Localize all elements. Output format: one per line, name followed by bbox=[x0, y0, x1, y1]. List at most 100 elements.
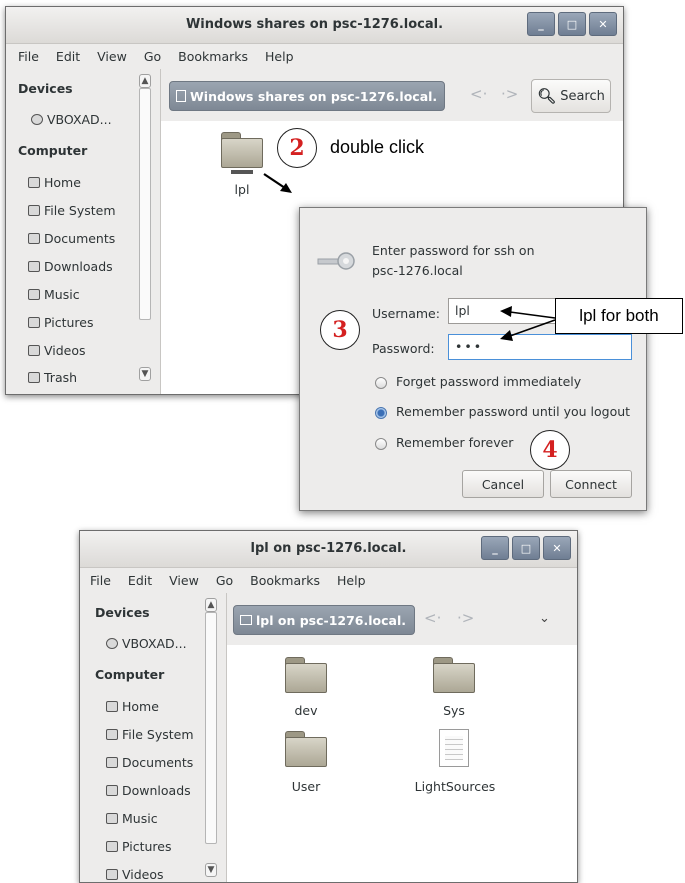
sidebar-scroll-up-button[interactable]: ▲ bbox=[205, 598, 217, 612]
file-label-lightsources[interactable]: LightSources bbox=[399, 779, 511, 794]
menu-view[interactable]: View bbox=[160, 573, 207, 588]
sidebar-item-music[interactable]: Music bbox=[28, 287, 80, 302]
sidebar-item-pictures[interactable]: Pictures bbox=[106, 839, 172, 854]
sidebar-item-videos[interactable]: Videos bbox=[28, 343, 86, 358]
search-button[interactable]: 🔍︎ Search bbox=[531, 79, 611, 113]
menu-edit[interactable]: Edit bbox=[119, 573, 160, 588]
close-button[interactable]: ✕ bbox=[543, 536, 571, 560]
close-button[interactable]: ✕ bbox=[589, 12, 617, 36]
sidebar-item-file-system[interactable]: File System bbox=[28, 203, 116, 218]
sidebar-item-file-system[interactable]: File System bbox=[106, 727, 194, 742]
disc-icon bbox=[31, 114, 43, 125]
sidebar-item-pictures[interactable]: Pictures bbox=[28, 315, 94, 330]
path-button-label: Windows shares on psc-1276.local. bbox=[190, 88, 438, 104]
menubar: File Edit View Go Bookmarks Help bbox=[90, 567, 577, 593]
sidebar: Devices VBOXAD... Computer Home File Sys… bbox=[80, 593, 227, 882]
network-share-icon bbox=[231, 170, 253, 174]
forward-icon[interactable]: ·> bbox=[501, 85, 518, 103]
radio-remember-forever[interactable] bbox=[375, 438, 387, 450]
home-folder-icon bbox=[106, 701, 118, 712]
sidebar-item-documents[interactable]: Documents bbox=[106, 755, 193, 770]
titlebar[interactable]: lpl on psc-1276.local. _ □ ✕ bbox=[80, 531, 577, 568]
sidebar-item-label: Trash bbox=[44, 370, 78, 385]
disc-icon bbox=[106, 638, 118, 649]
forward-icon[interactable]: ·> bbox=[457, 609, 474, 627]
folder-icon-dev[interactable] bbox=[285, 657, 327, 693]
sidebar-scroll-down-button[interactable]: ▼ bbox=[139, 367, 151, 381]
sidebar-item-downloads[interactable]: Downloads bbox=[28, 259, 113, 274]
minimize-button[interactable]: _ bbox=[481, 536, 509, 560]
file-label-user[interactable]: User bbox=[266, 779, 346, 794]
document-icon[interactable] bbox=[439, 729, 469, 767]
sidebar-item-videos[interactable]: Videos bbox=[106, 867, 164, 882]
sidebar-item-label: Videos bbox=[44, 343, 86, 358]
sidebar-item-documents[interactable]: Documents bbox=[28, 231, 115, 246]
search-icon: 🔍︎ bbox=[537, 87, 557, 105]
menu-view[interactable]: View bbox=[88, 49, 135, 64]
devices-heading: Devices bbox=[95, 605, 150, 620]
menu-bookmarks[interactable]: Bookmarks bbox=[169, 49, 256, 64]
menu-go[interactable]: Go bbox=[135, 49, 169, 64]
menu-help[interactable]: Help bbox=[328, 573, 374, 588]
downloads-folder-icon bbox=[106, 785, 118, 796]
folder-label-lpl[interactable]: lpl bbox=[221, 182, 263, 197]
menu-bookmarks[interactable]: Bookmarks bbox=[241, 573, 328, 588]
music-folder-icon bbox=[28, 289, 40, 300]
back-icon[interactable]: <· bbox=[470, 85, 487, 103]
computer-heading: Computer bbox=[18, 143, 88, 158]
sidebar-scrollbar[interactable] bbox=[139, 88, 151, 320]
radio-forget-immediately[interactable] bbox=[375, 377, 387, 389]
connect-button[interactable]: Connect bbox=[550, 470, 632, 498]
step-3-marker: 3 bbox=[320, 310, 360, 350]
file-manager-window-lpl: lpl on psc-1276.local. _ □ ✕ File Edit V… bbox=[79, 530, 578, 883]
menu-go[interactable]: Go bbox=[207, 573, 241, 588]
sidebar-item-trash[interactable]: Trash bbox=[28, 370, 77, 385]
sidebar-item-downloads[interactable]: Downloads bbox=[106, 783, 191, 798]
sidebar-item-label: VBOXAD... bbox=[47, 112, 112, 127]
sidebar-item-label: Videos bbox=[122, 867, 164, 882]
path-button[interactable]: lpl on psc-1276.local. bbox=[233, 605, 415, 635]
folder-icon-user[interactable] bbox=[285, 731, 327, 767]
search-button-label: Search bbox=[560, 88, 605, 104]
radio-remember-until-logout[interactable] bbox=[375, 407, 387, 419]
pictures-folder-icon bbox=[106, 841, 118, 852]
sidebar-scrollbar[interactable] bbox=[205, 612, 217, 844]
menu-help[interactable]: Help bbox=[256, 49, 302, 64]
option-forget-label[interactable]: Forget password immediately bbox=[396, 374, 581, 389]
file-label-sys[interactable]: Sys bbox=[414, 703, 494, 718]
prompt-line-1: Enter password for ssh on bbox=[372, 243, 535, 258]
menu-file[interactable]: File bbox=[18, 49, 47, 64]
file-view[interactable]: lpl on psc-1276.local. <· ·> ⌄ dev Sys U… bbox=[227, 593, 577, 882]
sidebar-item-home[interactable]: Home bbox=[28, 175, 81, 190]
chevron-down-icon[interactable]: ⌄ bbox=[539, 611, 550, 626]
sidebar-item-home[interactable]: Home bbox=[106, 699, 159, 714]
computer-heading: Computer bbox=[95, 667, 165, 682]
sidebar-scroll-down-button[interactable]: ▼ bbox=[205, 863, 217, 877]
path-button[interactable]: Windows shares on psc-1276.local. bbox=[169, 81, 445, 111]
option-logout-label[interactable]: Remember password until you logout bbox=[396, 404, 630, 419]
sidebar-item-music[interactable]: Music bbox=[106, 811, 158, 826]
sidebar-item-label: Home bbox=[122, 699, 159, 714]
file-label-dev[interactable]: dev bbox=[266, 703, 346, 718]
minimize-button[interactable]: _ bbox=[527, 12, 555, 36]
maximize-button[interactable]: □ bbox=[512, 536, 540, 560]
password-dialog: Enter password for ssh on psc-1276.local… bbox=[299, 207, 647, 511]
documents-folder-icon bbox=[28, 233, 40, 244]
double-click-note: double click bbox=[330, 137, 425, 157]
folder-icon-sys[interactable] bbox=[433, 657, 475, 693]
trash-icon bbox=[28, 372, 40, 383]
back-icon[interactable]: <· bbox=[424, 609, 441, 627]
sidebar-item-label: File System bbox=[122, 727, 194, 742]
sidebar-scroll-up-button[interactable]: ▲ bbox=[139, 74, 151, 88]
sidebar-item-vboxad[interactable]: VBOXAD... bbox=[31, 112, 112, 127]
titlebar[interactable]: Windows shares on psc-1276.local. _ □ ✕ bbox=[6, 7, 623, 44]
cancel-button[interactable]: Cancel bbox=[462, 470, 544, 498]
annotation-arrows-icon bbox=[500, 306, 556, 341]
option-forever-label[interactable]: Remember forever bbox=[396, 435, 513, 450]
maximize-button[interactable]: □ bbox=[558, 12, 586, 36]
menu-edit[interactable]: Edit bbox=[47, 49, 88, 64]
folder-icon bbox=[240, 615, 252, 625]
folder-icon[interactable] bbox=[221, 132, 263, 168]
sidebar-item-vboxad[interactable]: VBOXAD... bbox=[106, 636, 187, 651]
menu-file[interactable]: File bbox=[90, 573, 119, 588]
